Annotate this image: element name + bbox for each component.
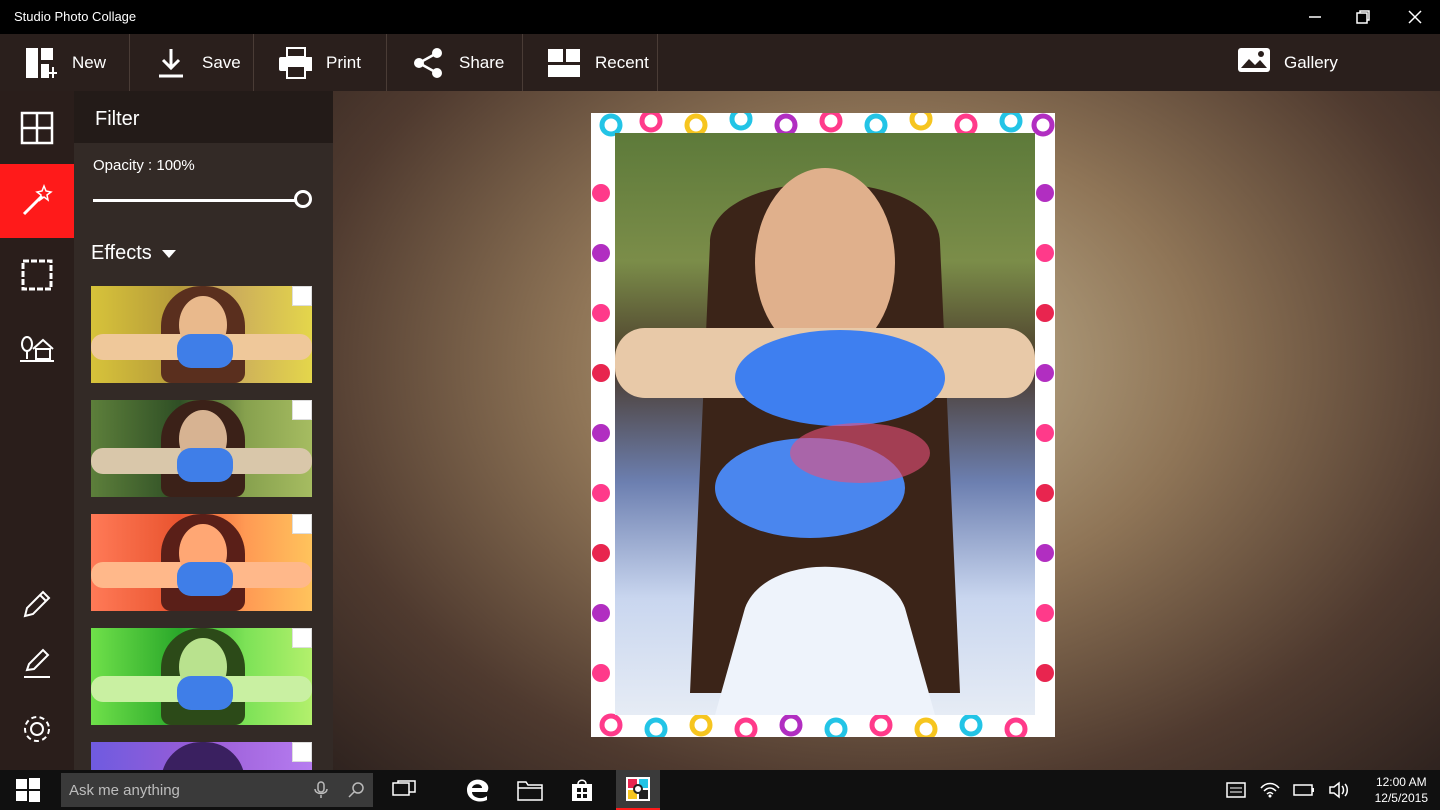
recent-label: Recent xyxy=(595,52,649,72)
minimize-button[interactable] xyxy=(1290,0,1340,34)
effect-thumbnail-1[interactable] xyxy=(91,286,312,383)
caret-down-icon xyxy=(161,249,176,258)
effect-thumbnail-4[interactable] xyxy=(91,628,312,725)
left-rail xyxy=(0,91,74,770)
filter-panel: Filter Opacity : 100% Effects xyxy=(74,91,333,770)
rail-item-filter[interactable] xyxy=(0,164,74,238)
taskbar-store-button[interactable] xyxy=(560,770,604,810)
microphone-icon[interactable] xyxy=(314,781,328,799)
collage-photo[interactable] xyxy=(615,133,1035,715)
print-button[interactable]: Print xyxy=(254,34,387,91)
save-label: Save xyxy=(202,52,241,72)
save-button[interactable]: Save xyxy=(130,34,254,91)
rail-item-text[interactable] xyxy=(0,627,74,701)
new-collage-icon xyxy=(24,46,58,80)
close-icon xyxy=(1408,10,1422,24)
gallery-button[interactable]: Gallery xyxy=(1236,34,1338,91)
frame-icon xyxy=(21,259,53,291)
new-button[interactable]: New xyxy=(0,34,130,91)
recent-button[interactable]: Recent xyxy=(523,34,658,91)
windows-taskbar: Ask me anything 12:00 AM 12/5/2015 xyxy=(0,770,1440,810)
effect-thumbnail-2[interactable] xyxy=(91,400,312,497)
new-label: New xyxy=(72,52,107,72)
main-toolbar: New Save Print Share Recent xyxy=(0,34,1440,91)
recent-layout-icon xyxy=(547,46,581,80)
restore-button[interactable] xyxy=(1338,0,1388,34)
collage-app-icon xyxy=(626,777,650,801)
volume-button[interactable] xyxy=(1318,770,1362,810)
pencil-icon xyxy=(23,590,51,618)
opacity-slider-thumb[interactable] xyxy=(294,190,312,208)
task-view-button[interactable] xyxy=(382,770,426,810)
effect-thumbnail-3[interactable] xyxy=(91,514,312,611)
title-bar: Studio Photo Collage xyxy=(0,0,1440,34)
opacity-slider[interactable] xyxy=(93,199,305,202)
rail-item-background[interactable] xyxy=(0,311,74,385)
effect-checkbox[interactable] xyxy=(292,286,312,306)
app-title: Studio Photo Collage xyxy=(14,9,137,24)
gear-icon xyxy=(24,716,50,742)
download-icon xyxy=(154,46,188,80)
rail-item-settings[interactable] xyxy=(0,692,74,766)
edge-browser-icon xyxy=(467,779,489,802)
search-placeholder: Ask me anything xyxy=(69,782,180,799)
effects-label: Effects xyxy=(91,242,152,264)
pen-edit-icon xyxy=(24,648,50,678)
collage-frame[interactable] xyxy=(591,113,1055,737)
battery-icon xyxy=(1293,784,1314,796)
speaker-icon xyxy=(1329,781,1348,799)
rail-item-frame[interactable] xyxy=(0,238,74,312)
wifi-icon xyxy=(1260,782,1280,798)
effect-checkbox[interactable] xyxy=(292,628,312,648)
panel-header: Filter xyxy=(74,91,333,143)
effect-thumbnail-5[interactable] xyxy=(91,742,312,770)
start-button[interactable] xyxy=(6,770,50,810)
effects-dropdown[interactable]: Effects xyxy=(91,242,176,265)
printer-icon xyxy=(278,46,312,80)
close-button[interactable] xyxy=(1390,0,1440,34)
panel-title: Filter xyxy=(95,108,140,130)
taskbar-search-box[interactable]: Ask me anything xyxy=(61,773,373,807)
gallery-label: Gallery xyxy=(1284,52,1338,72)
print-label: Print xyxy=(326,52,361,72)
home-landscape-icon xyxy=(20,336,54,362)
gallery-icon xyxy=(1236,44,1272,81)
taskbar-collage-app-button[interactable] xyxy=(616,770,660,810)
taskbar-explorer-button[interactable] xyxy=(508,770,552,810)
grid-icon xyxy=(20,111,54,145)
notification-icon xyxy=(1226,782,1246,798)
effect-checkbox[interactable] xyxy=(292,514,312,534)
folder-icon xyxy=(517,781,543,801)
clock-time: 12:00 AM xyxy=(1375,775,1427,789)
minimize-icon xyxy=(1309,16,1321,18)
portrait-photo-art xyxy=(615,168,1035,715)
share-label: Share xyxy=(459,52,505,72)
effect-checkbox[interactable] xyxy=(292,400,312,420)
taskbar-clock[interactable]: 12:00 AM 12/5/2015 xyxy=(1375,774,1428,806)
share-icon xyxy=(411,46,445,80)
magic-wand-icon xyxy=(22,184,53,216)
restore-icon xyxy=(1356,10,1370,24)
taskbar-edge-button[interactable] xyxy=(456,770,500,810)
search-icon[interactable] xyxy=(347,781,365,799)
windows-logo-icon xyxy=(16,778,40,802)
task-view-icon xyxy=(392,780,416,796)
share-button[interactable]: Share xyxy=(387,34,523,91)
rail-item-layout[interactable] xyxy=(0,91,74,165)
store-bag-icon xyxy=(572,779,592,801)
opacity-label: Opacity : 100% xyxy=(93,157,195,174)
effect-checkbox[interactable] xyxy=(292,742,312,762)
clock-date: 12/5/2015 xyxy=(1374,791,1428,805)
